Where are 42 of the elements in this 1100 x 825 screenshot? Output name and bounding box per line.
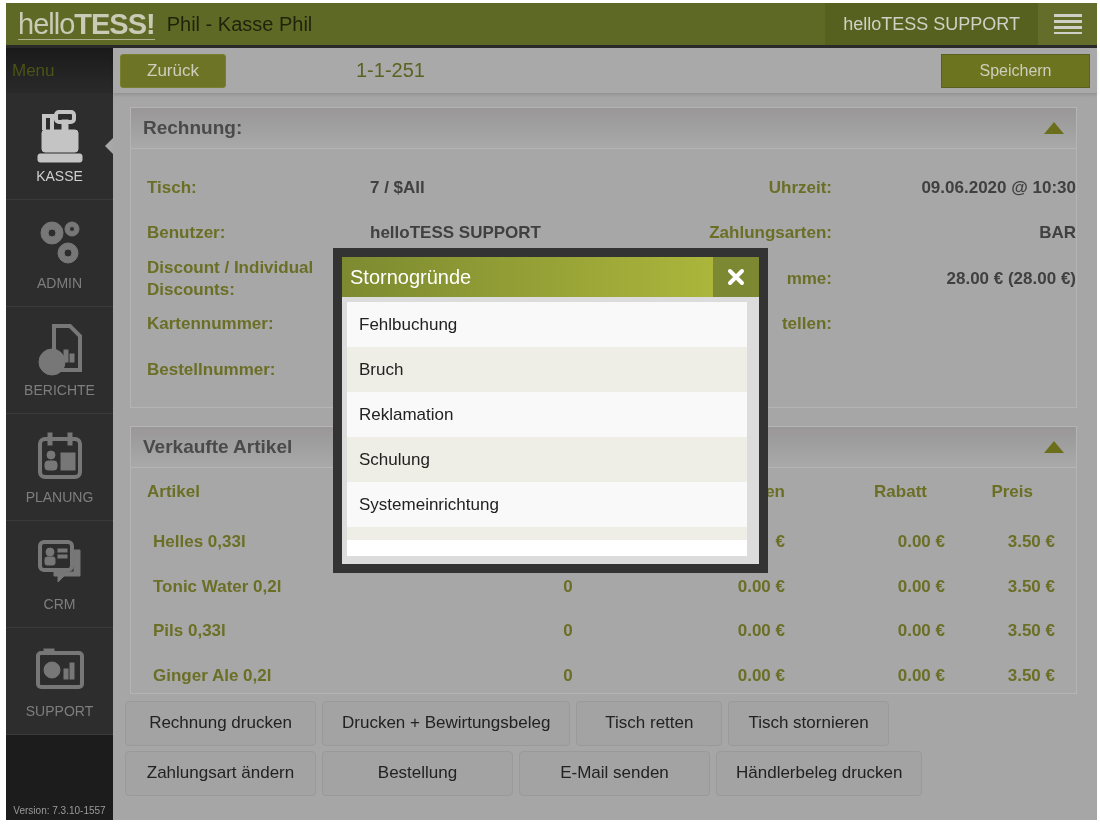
- field-label: Kartennummer:: [147, 313, 274, 336]
- table-cell-text: 3.50 €: [1006, 532, 1055, 553]
- table-cell-text: 0.00 €: [736, 576, 785, 597]
- table-cell-text: 0.00 €: [896, 665, 945, 686]
- table-cell-text: 3.50 €: [1006, 621, 1055, 642]
- table-cell-text: 3.50 €: [1006, 576, 1055, 597]
- column-header: Preis: [991, 480, 1034, 502]
- field-value: helloTESS SUPPORT: [370, 223, 541, 244]
- table-cell-text: 0.00 €: [896, 621, 945, 642]
- table-cell-text: Helles 0,33l: [152, 532, 246, 553]
- column-header: Rabatt: [874, 480, 928, 502]
- panel-title: Rechnung:: [143, 117, 243, 139]
- table-cell-text: 0.00 €: [896, 532, 945, 553]
- field-value: 28.00 € (28.00 €): [946, 268, 1076, 289]
- table-cell-text: €: [774, 532, 785, 553]
- dialog-title: Stornogründe: [349, 265, 472, 289]
- field-label: Zahlungsarten:: [709, 223, 832, 244]
- field-label: Discount / Individual Discounts:: [147, 256, 315, 301]
- table-cell-text: Pils 0,33l: [152, 621, 226, 642]
- table-cell-text: 0.00 €: [896, 576, 945, 597]
- order-number: 1-1-251: [356, 59, 425, 82]
- column-header: Artikel: [147, 480, 200, 502]
- table-cell-text: Ginger Ale 0,2l: [152, 665, 272, 686]
- table-cell-text: Tonic Water 0,2l: [152, 576, 282, 597]
- panel-title: Verkaufte Artikel: [143, 435, 293, 458]
- table-cell-text: 0.00 €: [736, 621, 785, 642]
- field-label: Bestellnummer:: [147, 358, 276, 381]
- table-cell-text: 0: [562, 576, 573, 597]
- table-cell-text: 0.00 €: [736, 665, 785, 686]
- field-label: Tisch:: [147, 176, 197, 199]
- page-title: Phil - Kasse Phil: [166, 12, 313, 36]
- field-label: Benutzer:: [147, 222, 226, 245]
- field-value: 09.06.2020 @ 10:30: [921, 177, 1076, 198]
- field-value: BAR: [1039, 223, 1076, 244]
- table-cell-text: 3.50 €: [1006, 665, 1055, 686]
- field-label: Uhrzeit:: [768, 177, 832, 198]
- table-cell-text: 0: [562, 665, 573, 686]
- table-cell-text: 0: [562, 621, 573, 642]
- field-label: tellen:: [781, 314, 832, 335]
- field-label: mme:: [786, 268, 832, 289]
- field-value: 7 / $All: [370, 177, 425, 198]
- app-logo: helloTESS!: [18, 8, 155, 40]
